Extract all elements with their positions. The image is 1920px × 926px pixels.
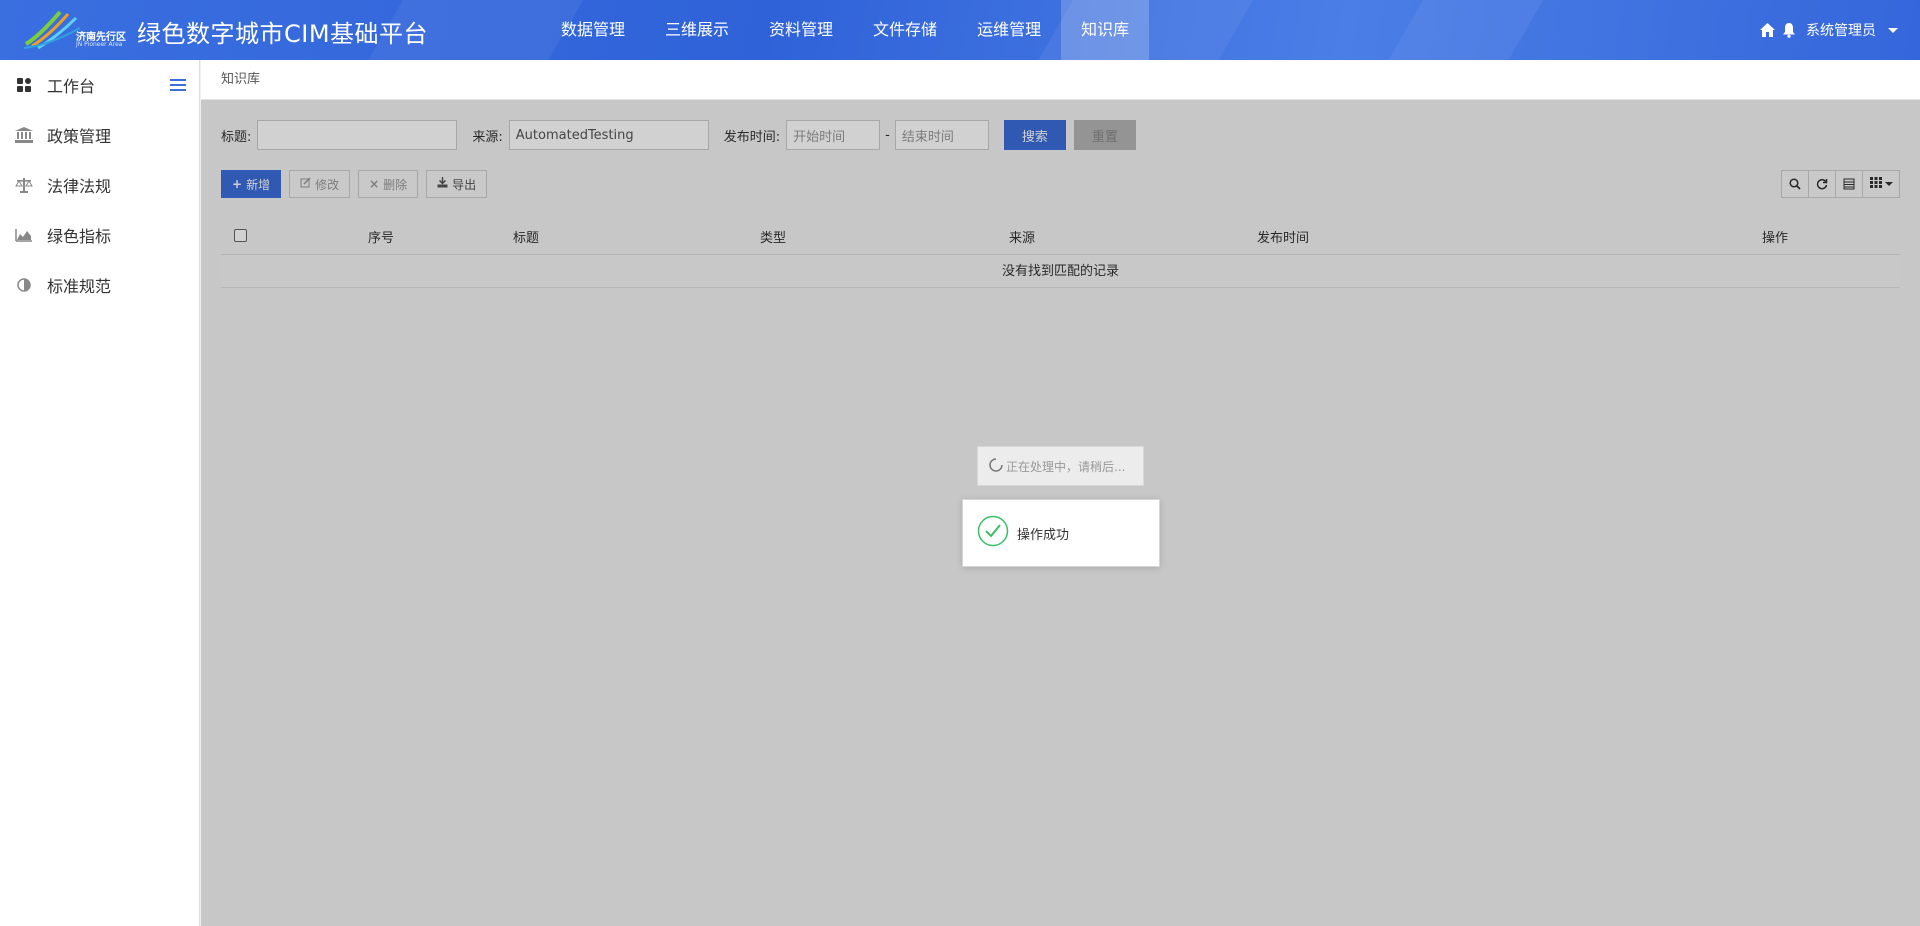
half-circle-icon — [15, 276, 33, 294]
spinner-icon — [988, 457, 1006, 476]
nav-item-operations[interactable]: 运维管理 — [957, 0, 1061, 60]
sidebar-item-label: 工作台 — [47, 77, 96, 96]
sidebar-item-green-indicators[interactable]: 绿色指标 — [0, 210, 199, 260]
sidebar-item-label: 政策管理 — [47, 127, 112, 146]
breadcrumb: 知识库 — [201, 60, 1920, 100]
area-chart-icon — [15, 226, 33, 244]
app-title: 绿色数字城市CIM基础平台 — [137, 20, 429, 48]
sidebar-item-label: 法律法规 — [47, 177, 112, 196]
nav-item-3d-display[interactable]: 三维展示 — [645, 0, 749, 60]
sidebar-item-label: 标准规范 — [47, 277, 112, 296]
bank-icon — [15, 126, 33, 144]
scale-icon — [15, 176, 33, 194]
nav-item-document-management[interactable]: 资料管理 — [749, 0, 853, 60]
logo-mark-icon — [23, 10, 81, 50]
logo: 济南先行区 JN Pioneer Area — [22, 8, 130, 50]
user-name[interactable]: 系统管理员 — [1806, 20, 1876, 40]
check-circle-icon — [977, 515, 1017, 551]
toast-message: 操作成功 — [1017, 527, 1070, 543]
nav-item-file-storage[interactable]: 文件存储 — [853, 0, 957, 60]
sidebar-item-workbench[interactable]: 工作台 — [0, 60, 199, 110]
sidebar-item-standards[interactable]: 标准规范 — [0, 260, 199, 310]
sidebar: 工作台 政策管理 法律法规 绿色指标 标准规范 — [0, 60, 200, 926]
nav-item-data-management[interactable]: 数据管理 — [541, 0, 645, 60]
dashboard-icon — [15, 76, 33, 94]
top-header: 济南先行区 JN Pioneer Area 绿色数字城市CIM基础平台 数据管理… — [0, 0, 1920, 60]
nav-item-knowledge-base[interactable]: 知识库 — [1061, 0, 1150, 60]
top-nav: 数据管理 三维展示 资料管理 文件存储 运维管理 知识库 — [541, 0, 1150, 60]
header-decoration — [1353, 0, 1567, 60]
loading-indicator: 正在处理中，请稍后... — [977, 446, 1144, 486]
bell-icon[interactable] — [1782, 22, 1796, 38]
header-user-area: 系统管理员 — [1759, 0, 1898, 60]
sidebar-item-laws[interactable]: 法律法规 — [0, 160, 199, 210]
logo-subtext: JN Pioneer Area — [76, 41, 123, 48]
loading-text: 正在处理中，请稍后... — [1006, 459, 1126, 474]
sidebar-item-policy[interactable]: 政策管理 — [0, 110, 199, 160]
success-toast: 操作成功 — [962, 499, 1160, 567]
home-icon[interactable] — [1759, 22, 1776, 38]
chevron-down-icon[interactable] — [1888, 27, 1898, 33]
sidebar-item-label: 绿色指标 — [47, 227, 112, 246]
